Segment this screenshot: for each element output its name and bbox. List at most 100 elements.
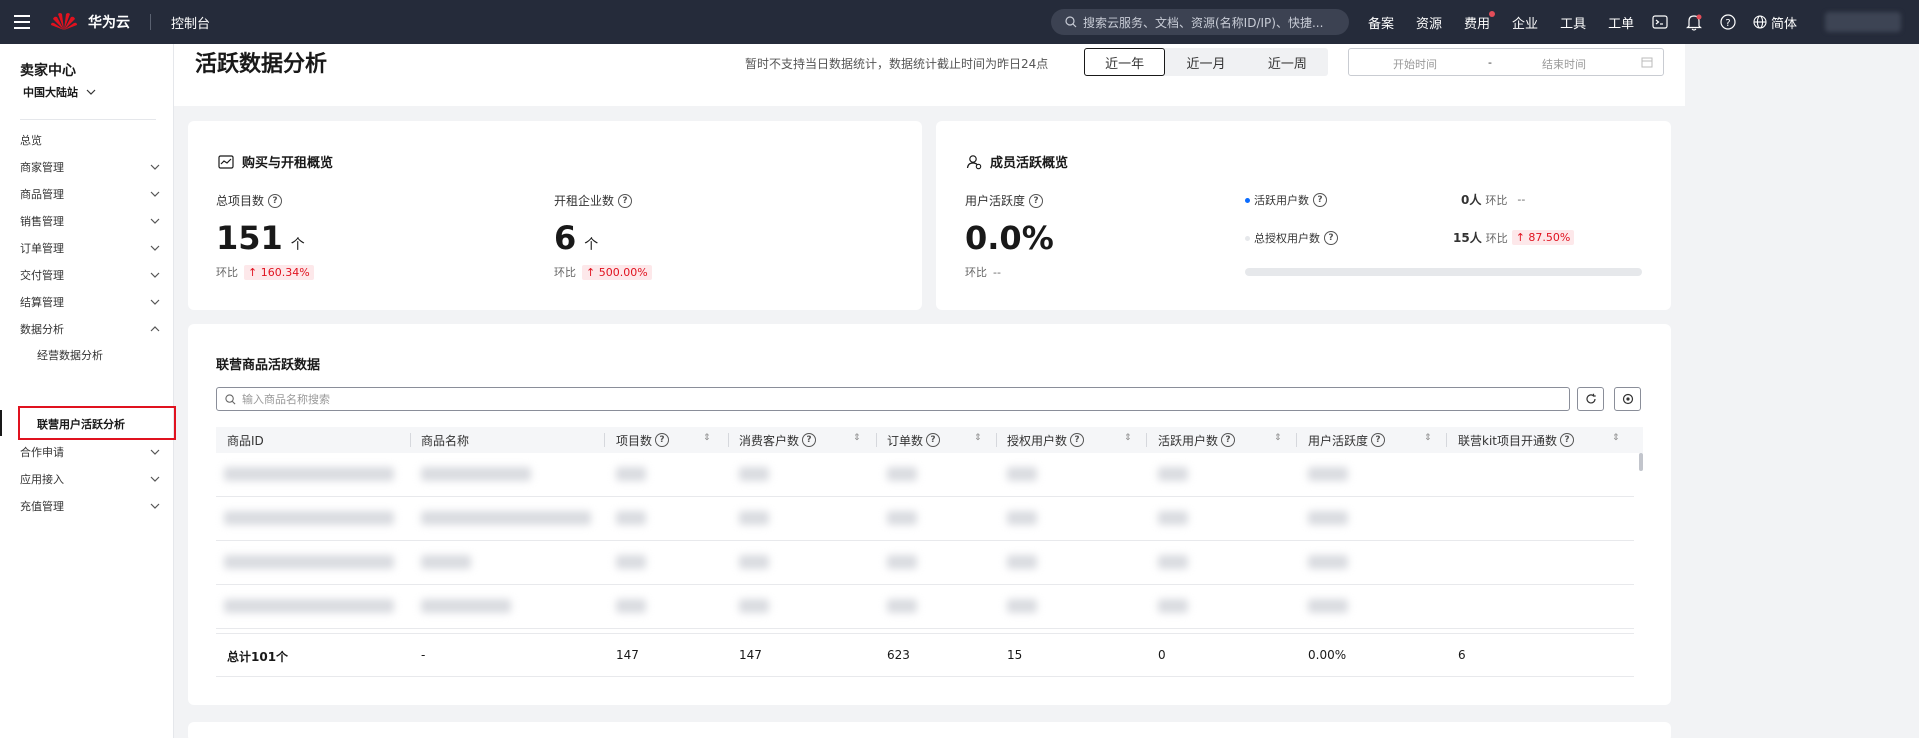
nav-resources[interactable]: 资源 — [1416, 13, 1442, 32]
ring-label: 环比 — [965, 266, 987, 279]
total-kit-projects: 6 — [1458, 648, 1466, 662]
help-icon[interactable]: ? — [1371, 433, 1386, 447]
companies-value: 6个 — [554, 219, 598, 257]
huawei-logo[interactable]: 华为云 — [50, 10, 130, 34]
nav-billing[interactable]: 费用 — [1464, 10, 1496, 32]
table-row[interactable] — [216, 453, 1634, 497]
help-icon[interactable]: ? — [1070, 433, 1085, 447]
help-icon[interactable]: ? — [1560, 433, 1574, 447]
console-link[interactable]: 控制台 — [171, 13, 210, 32]
help-icon[interactable]: ? — [1221, 433, 1236, 447]
col-auth-users: 授权用户数? — [1007, 427, 1085, 453]
topbar-divider — [150, 14, 151, 30]
sidebar-item-recharge[interactable]: 充值管理 — [20, 496, 160, 516]
chevron-down-icon — [150, 299, 160, 305]
data-notice: 暂时不支持当日数据统计，数据统计截止时间为昨日24点 — [745, 57, 1049, 71]
menu-icon[interactable] — [0, 0, 44, 44]
blurred-cell — [1158, 555, 1188, 569]
help-icon[interactable]: ? — [618, 193, 633, 208]
sort-icon[interactable]: ⇕ — [1424, 433, 1432, 443]
sidebar-item-app-access[interactable]: 应用接入 — [20, 469, 160, 489]
active-users-label: 活跃用户数 — [1254, 194, 1309, 207]
language-switch[interactable]: 简体 — [1753, 13, 1797, 32]
col-orders: 订单数? — [887, 427, 941, 453]
col-product-name: 商品名称 — [421, 427, 469, 453]
blurred-cell — [739, 511, 769, 525]
help-icon[interactable]: ? — [268, 193, 283, 208]
table-row[interactable] — [216, 541, 1634, 585]
sidebar-item-sales[interactable]: 销售管理 — [20, 211, 160, 231]
sidebar-item-label: 商家管理 — [20, 161, 64, 174]
sort-icon[interactable]: ⇕ — [1612, 433, 1620, 443]
sort-icon[interactable]: ⇕ — [853, 433, 861, 443]
help-icon[interactable]: ? — [802, 433, 817, 447]
nav-beian[interactable]: 备案 — [1368, 13, 1394, 32]
help-icon[interactable]: ? — [1324, 231, 1338, 245]
companies-ring: 环比 ↑ 500.00% — [554, 264, 652, 280]
sidebar-item-overview[interactable]: 总览 — [20, 130, 160, 150]
date-range-picker[interactable]: 开始时间 - 结束时间 — [1348, 48, 1664, 76]
globe-icon — [1753, 15, 1767, 29]
nav-enterprise[interactable]: 企业 — [1512, 13, 1538, 32]
total-projects-label-text: 总项目数 — [216, 194, 265, 208]
sidebar-item-orders[interactable]: 订单管理 — [20, 238, 160, 258]
total-projects-change-badge: ↑ 160.34% — [244, 264, 314, 280]
nav-tickets[interactable]: 工单 — [1608, 13, 1634, 32]
refresh-icon — [1585, 393, 1596, 404]
companies-label-text: 开租企业数 — [554, 194, 615, 208]
sidebar-subitem-user-activity[interactable]: 联营用户活跃分析 — [37, 416, 125, 432]
brand-name: 华为云 — [88, 15, 130, 31]
sort-icon[interactable]: ⇕ — [1124, 433, 1132, 443]
sidebar-item-label: 充值管理 — [20, 500, 64, 513]
language-label: 简体 — [1771, 16, 1798, 32]
region-selector[interactable]: 中国大陆站 — [23, 84, 96, 100]
col-separator — [1146, 433, 1147, 447]
range-last-week[interactable]: 近一周 — [1247, 48, 1328, 76]
search-icon — [1065, 16, 1077, 28]
table-row[interactable] — [216, 585, 1634, 629]
sort-icon[interactable]: ⇕ — [703, 433, 711, 443]
sidebar-item-merchant[interactable]: 商家管理 — [20, 157, 160, 177]
global-search-input[interactable]: 搜索云服务、文档、资源(名称ID/IP)、快捷... — [1051, 9, 1349, 35]
sidebar-item-cooperation[interactable]: 合作申请 — [20, 442, 160, 462]
notification-bell-icon[interactable] — [1685, 13, 1703, 31]
user-account[interactable] — [1825, 12, 1901, 32]
blurred-cell — [1007, 511, 1037, 525]
user-icon — [966, 154, 982, 169]
sidebar-item-label: 订单管理 — [20, 242, 64, 255]
help-icon[interactable]: ? — [926, 433, 941, 447]
blurred-cell — [1007, 555, 1037, 569]
settings-button[interactable] — [1614, 387, 1641, 411]
total-projects-ring: 环比 ↑ 160.34% — [216, 264, 314, 280]
sidebar-item-data-analysis[interactable]: 数据分析 — [20, 319, 160, 339]
col-label: 活跃用户数 — [1158, 433, 1219, 448]
sidebar-item-products[interactable]: 商品管理 — [20, 184, 160, 204]
sidebar-item-delivery[interactable]: 交付管理 — [20, 265, 160, 285]
blurred-cell — [1308, 511, 1348, 525]
terminal-icon[interactable] — [1651, 13, 1669, 31]
sort-icon[interactable]: ⇕ — [1274, 433, 1282, 443]
help-icon[interactable]: ? — [655, 433, 670, 447]
refresh-button[interactable] — [1577, 387, 1604, 411]
table-row[interactable] — [216, 497, 1634, 541]
sidebar-divider — [20, 119, 156, 120]
help-icon[interactable]: ? — [1029, 193, 1044, 208]
sidebar-subitem-business-analysis[interactable]: 经营数据分析 — [37, 347, 103, 363]
activity-label-text: 用户活跃度 — [965, 194, 1026, 208]
total-projects-unit: 个 — [290, 237, 305, 253]
active-indicator — [0, 410, 2, 436]
help-icon[interactable]: ? — [1313, 193, 1327, 207]
sidebar-item-label: 应用接入 — [20, 473, 64, 486]
sidebar-item-settlement[interactable]: 结算管理 — [20, 292, 160, 312]
help-icon[interactable]: ? — [1719, 13, 1737, 31]
global-search-placeholder: 搜索云服务、文档、资源(名称ID/IP)、快捷... — [1083, 15, 1324, 30]
table-footer-totals: 总计101个 - 147 147 623 15 0 0.00% 6 — [216, 633, 1634, 677]
range-last-month[interactable]: 近一月 — [1165, 48, 1246, 76]
table-scrollbar[interactable] — [1639, 453, 1643, 471]
range-last-year[interactable]: 近一年 — [1084, 48, 1166, 76]
nav-tools[interactable]: 工具 — [1560, 13, 1586, 32]
region-label: 中国大陆站 — [23, 86, 78, 99]
svg-text:?: ? — [1725, 18, 1730, 29]
sort-icon[interactable]: ⇕ — [974, 433, 982, 443]
product-search-input[interactable]: 输入商品名称搜索 — [216, 387, 1570, 411]
